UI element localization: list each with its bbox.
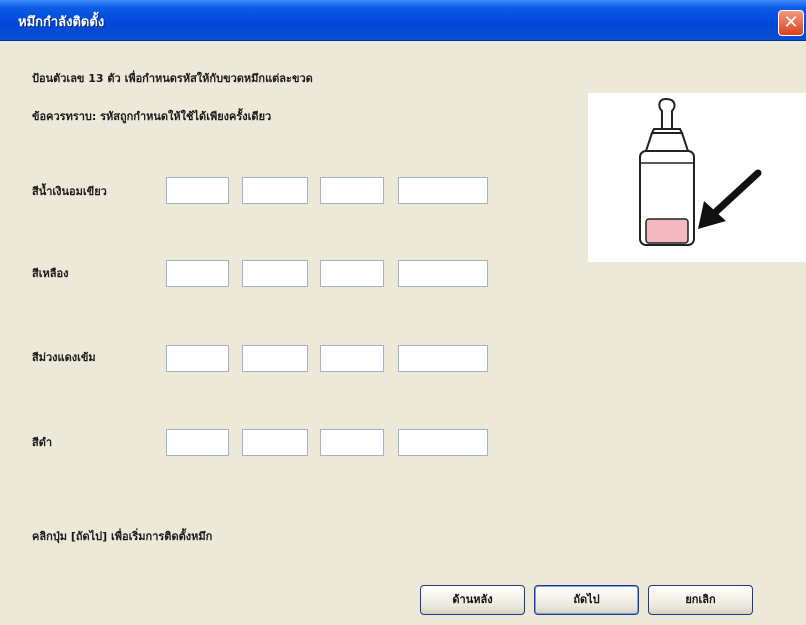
magenta-code-field-3[interactable] (320, 345, 384, 372)
close-icon: ✕ (783, 12, 799, 33)
yellow-code-field-3[interactable] (320, 260, 384, 287)
magenta-code-field-4[interactable] (398, 345, 488, 372)
back-button[interactable]: ด้านหลัง (420, 585, 525, 615)
footer-instruction: คลิกปุ่ม [ถัดไป] เพื่อเริ่มการติดตั้งหมึ… (32, 530, 213, 543)
note-text: ข้อควรทราบ: รหัสถูกกำหนดให้ใช้ได้เพียงคร… (32, 110, 272, 123)
cyan-code-field-1[interactable] (166, 177, 229, 204)
next-button[interactable]: ถัดไป (534, 585, 639, 615)
black-code-field-4[interactable] (398, 429, 488, 456)
dialog-body: ป้อนตัวเลข 13 ตัว เพื่อกำหนดรหัสให้กับขว… (0, 41, 806, 625)
window-title: หมึกกำลังติดตั้ง (18, 15, 105, 30)
yellow-code-field-2[interactable] (242, 260, 308, 287)
black-code-field-3[interactable] (320, 429, 384, 456)
cyan-code-field-4[interactable] (398, 177, 488, 204)
close-button[interactable]: ✕ (778, 10, 804, 36)
magenta-code-field-2[interactable] (242, 345, 308, 372)
black-code-field-2[interactable] (242, 429, 308, 456)
title-bar: หมึกกำลังติดตั้ง ✕ (0, 0, 806, 41)
magenta-code-field-1[interactable] (166, 345, 229, 372)
black-code-field-1[interactable] (166, 429, 229, 456)
magenta-label: สีม่วงแดงเข้ม (32, 351, 96, 364)
black-label: สีดำ (32, 436, 53, 449)
yellow-label: สีเหลือง (32, 267, 69, 280)
ink-bottle-illustration (588, 93, 806, 262)
cyan-code-field-2[interactable] (242, 177, 308, 204)
ink-bottle-code-illustration-icon (639, 97, 762, 246)
yellow-code-field-1[interactable] (166, 260, 229, 287)
yellow-code-field-4[interactable] (398, 260, 488, 287)
cyan-label: สีน้ำเงินอมเขียว (32, 185, 107, 198)
cyan-code-field-3[interactable] (320, 177, 384, 204)
cancel-button[interactable]: ยกเลิก (648, 585, 753, 615)
instruction-text: ป้อนตัวเลข 13 ตัว เพื่อกำหนดรหัสให้กับขว… (32, 72, 313, 85)
